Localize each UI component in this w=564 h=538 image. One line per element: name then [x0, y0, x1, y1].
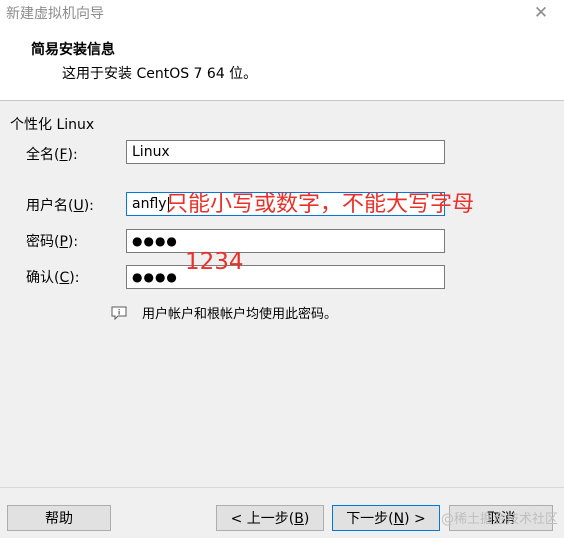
group-label: 个性化 Linux — [10, 117, 95, 133]
footer-divider — [0, 487, 564, 488]
confirm-label: 确认(C): — [26, 270, 80, 286]
close-icon: ✕ — [533, 2, 549, 23]
page-subtitle: 这用于安装 CentOS 7 64 位。 — [62, 66, 258, 82]
wizard-header: 简易安装信息 这用于安装 CentOS 7 64 位。 — [0, 26, 564, 101]
close-button[interactable]: ✕ — [518, 0, 564, 26]
help-button[interactable]: 帮助 — [7, 505, 111, 531]
fullname-label: 全名(F): — [26, 147, 78, 163]
confirm-password-value: ●●●● — [132, 270, 178, 284]
password-annotation: 1234 — [185, 249, 244, 275]
title-bar: 新建虚拟机向导 ✕ — [0, 0, 564, 26]
password-field[interactable]: ●●●● — [126, 229, 445, 253]
next-button[interactable]: 下一步(N) > — [332, 505, 440, 531]
back-button[interactable]: < 上一步(B) — [216, 505, 324, 531]
username-label: 用户名(U): — [26, 198, 94, 214]
watermark: @稀土掘金技术社区 — [441, 512, 559, 527]
page-title: 简易安装信息 — [31, 42, 115, 58]
fullname-value: Linux — [132, 144, 170, 160]
info-icon — [111, 306, 127, 321]
password-info-text: 用户帐户和根帐户均使用此密码。 — [142, 307, 338, 322]
password-value: ●●●● — [132, 234, 178, 248]
username-value: anfly — [132, 196, 167, 212]
window-title: 新建虚拟机向导 — [6, 6, 104, 22]
username-annotation: 只能小写或数字，不能大写字母 — [166, 192, 475, 217]
fullname-field[interactable]: Linux — [126, 140, 445, 164]
password-label: 密码(P): — [26, 234, 79, 250]
confirm-password-field[interactable]: ●●●● — [126, 265, 445, 289]
